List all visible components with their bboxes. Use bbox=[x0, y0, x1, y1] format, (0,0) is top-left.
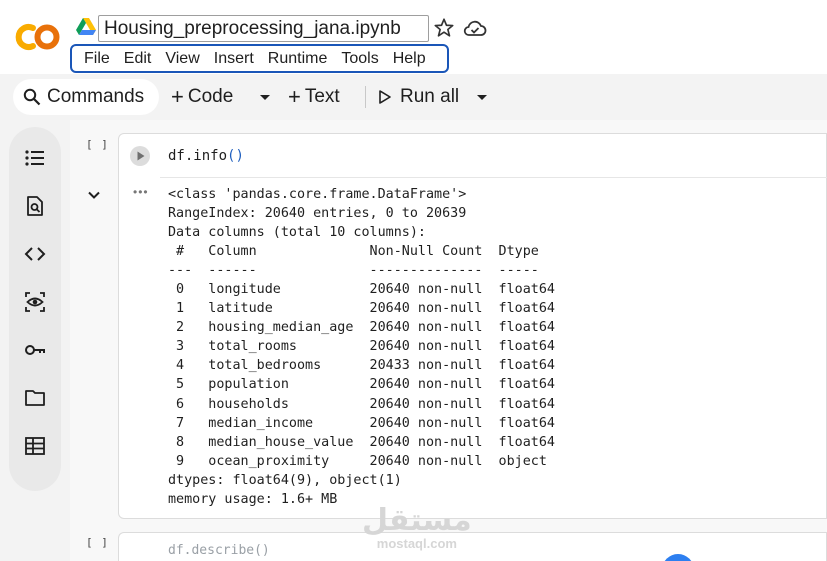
output-line: 8 median_house_value 20640 non-null floa… bbox=[168, 434, 555, 450]
output-line: 3 total_rooms 20640 non-null float64 bbox=[168, 339, 555, 355]
output-line: dtypes: float64(9), object(1) bbox=[168, 472, 402, 488]
output-line: 7 median_income 20640 non-null float64 bbox=[168, 415, 555, 431]
data-table-icon[interactable] bbox=[23, 434, 47, 458]
cell-execution-count: [ ] bbox=[86, 536, 109, 549]
output-line: RangeIndex: 20640 entries, 0 to 20639 bbox=[168, 206, 467, 222]
watermark-arabic: مستقل bbox=[362, 504, 472, 537]
plus-icon: + bbox=[288, 84, 301, 109]
commands-button[interactable]: Commands bbox=[13, 79, 159, 115]
menu-file[interactable]: File bbox=[77, 46, 117, 71]
secrets-key-icon[interactable] bbox=[23, 338, 47, 362]
output-line: 2 housing_median_age 20640 non-null floa… bbox=[168, 320, 555, 336]
variables-icon[interactable] bbox=[23, 290, 47, 314]
output-line: Data columns (total 10 columns): bbox=[168, 225, 426, 241]
menu-edit[interactable]: Edit bbox=[117, 46, 159, 71]
plus-icon: + bbox=[171, 84, 184, 109]
notebook-title-input[interactable]: Housing_preprocessing_jana.ipynb bbox=[98, 15, 429, 42]
play-icon bbox=[379, 90, 391, 104]
collapse-output-chevron-icon[interactable] bbox=[85, 186, 103, 204]
code-dropdown-icon[interactable] bbox=[255, 87, 275, 107]
output-line: 4 total_bedrooms 20433 non-null float64 bbox=[168, 358, 555, 374]
google-drive-icon[interactable] bbox=[76, 18, 96, 36]
files-folder-icon[interactable] bbox=[23, 386, 47, 410]
output-line: 6 households 20640 non-null float64 bbox=[168, 396, 555, 412]
output-line: --- ------ -------------- ----- bbox=[168, 263, 555, 279]
menu-bar: File Edit View Insert Runtime Tools Help bbox=[70, 44, 449, 73]
star-icon[interactable] bbox=[433, 17, 455, 39]
search-icon bbox=[23, 88, 41, 106]
menu-tools[interactable]: Tools bbox=[334, 46, 385, 71]
menu-runtime[interactable]: Runtime bbox=[261, 46, 335, 71]
add-code-cell-button[interactable]: + Code bbox=[171, 84, 233, 110]
menu-insert[interactable]: Insert bbox=[207, 46, 261, 71]
side-rail bbox=[0, 120, 70, 561]
code-snippets-icon[interactable] bbox=[23, 242, 47, 266]
notebook-toolbar: Commands + Code + Text Run all bbox=[0, 74, 827, 120]
output-line: 5 population 20640 non-null float64 bbox=[168, 377, 555, 393]
text-label: Text bbox=[304, 86, 340, 107]
output-line: 1 latitude 20640 non-null float64 bbox=[168, 301, 555, 317]
run-all-dropdown-icon[interactable] bbox=[472, 87, 492, 107]
output-line: 9 ocean_proximity 20640 non-null object bbox=[168, 453, 555, 469]
cell-execution-count: [ ] bbox=[86, 138, 109, 151]
commands-label: Commands bbox=[47, 86, 145, 107]
output-actions-icon[interactable]: ••• bbox=[133, 185, 149, 199]
code-parens: () bbox=[227, 148, 244, 164]
toolbar-divider bbox=[365, 86, 366, 108]
cell-code[interactable]: df.describe() bbox=[168, 543, 270, 558]
code-editor[interactable] bbox=[160, 145, 827, 178]
colab-logo-icon[interactable] bbox=[13, 22, 61, 52]
run-all-label: Run all bbox=[400, 86, 460, 107]
output-line: <class 'pandas.core.frame.DataFrame'> bbox=[168, 187, 467, 202]
code-label: Code bbox=[187, 86, 234, 107]
cell-code[interactable]: df.info() bbox=[168, 146, 244, 166]
output-line: # Column Non-Null Count Dtype bbox=[168, 244, 555, 260]
cloud-saved-icon[interactable] bbox=[463, 18, 487, 38]
table-of-contents-icon[interactable] bbox=[23, 146, 47, 170]
add-text-cell-button[interactable]: + Text bbox=[288, 84, 340, 110]
output-line: 0 longitude 20640 non-null float64 bbox=[168, 282, 555, 298]
watermark-latin: mostaql.com bbox=[376, 536, 457, 551]
notebook-header: Housing_preprocessing_jana.ipynb File Ed… bbox=[0, 0, 827, 78]
menu-view[interactable]: View bbox=[158, 46, 206, 71]
run-all-button[interactable]: Run all bbox=[378, 84, 459, 110]
code-expression: df.info bbox=[168, 148, 228, 164]
menu-help[interactable]: Help bbox=[386, 46, 433, 71]
cell-output: <class 'pandas.core.frame.DataFrame'> Ran… bbox=[168, 185, 555, 509]
run-cell-button[interactable] bbox=[129, 145, 151, 167]
find-replace-icon[interactable] bbox=[23, 194, 47, 218]
watermark: مستقل mostaql.com bbox=[362, 505, 472, 551]
